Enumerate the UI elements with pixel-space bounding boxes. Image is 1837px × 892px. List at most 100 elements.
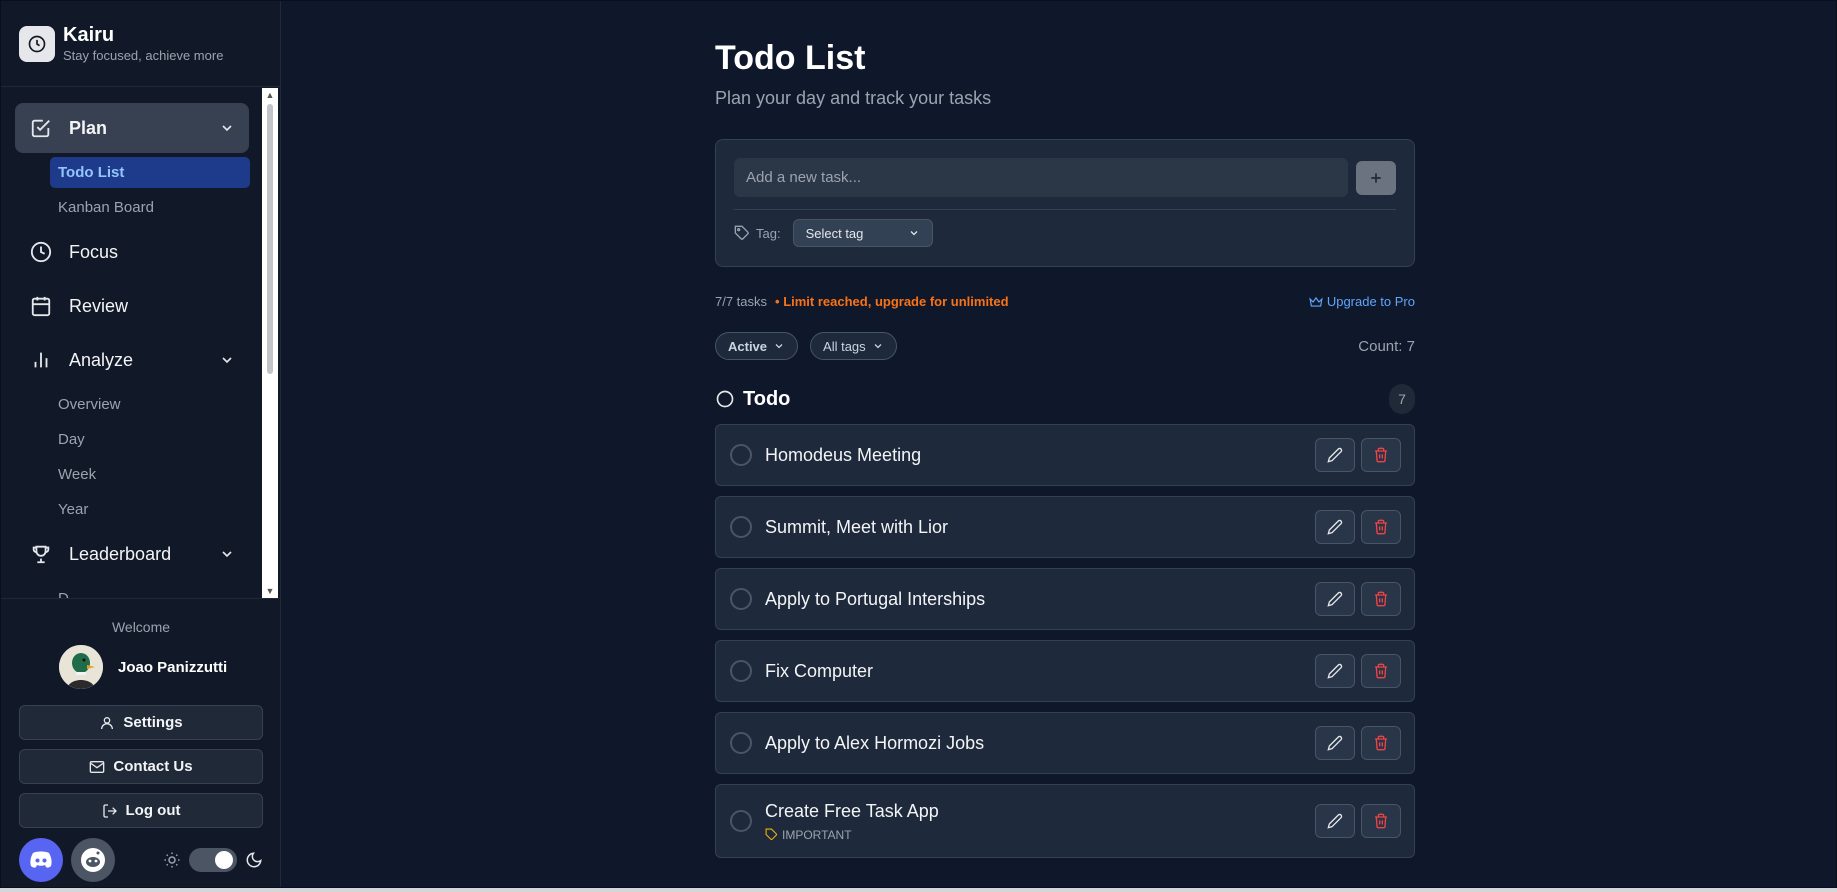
chevron-down-icon (219, 546, 235, 562)
nav-group-analyze[interactable]: Analyze (15, 335, 249, 385)
sidebar-scrollbar[interactable]: ▲ ▼ (262, 88, 278, 598)
pencil-icon (1327, 735, 1343, 751)
scroll-up-icon[interactable]: ▲ (265, 90, 275, 100)
page-title: Todo List (715, 39, 866, 77)
edit-button[interactable] (1315, 582, 1355, 616)
user-profile[interactable]: Joao Panizzutti (19, 645, 263, 689)
trash-icon (1375, 813, 1387, 829)
sidebar: Kairu Stay focused, achieve more Plan To… (1, 1, 281, 887)
clock-icon (29, 240, 53, 264)
delete-button[interactable] (1361, 654, 1401, 688)
task-complete-checkbox[interactable] (730, 444, 752, 466)
brand-tagline: Stay focused, achieve more (63, 48, 224, 63)
circle-icon (716, 390, 734, 408)
chevron-down-icon (910, 231, 918, 236)
brand[interactable]: Kairu Stay focused, achieve more (1, 1, 280, 87)
task-title: Apply to Alex Hormozi Jobs (765, 732, 985, 753)
pencil-icon (1327, 663, 1343, 679)
logout-label: Log out (125, 802, 181, 819)
clock-logo-icon (19, 25, 55, 62)
task-row[interactable]: Fix Computer (715, 640, 1415, 702)
task-title: Apply to Portugal Interships (765, 588, 986, 609)
delete-button[interactable] (1361, 438, 1401, 472)
pencil-icon (1327, 519, 1343, 535)
status-filter[interactable]: Active (715, 332, 799, 360)
add-task-card: Tag: Select tag (715, 139, 1415, 267)
task-title: Homodeus Meeting (765, 444, 922, 465)
task-complete-checkbox[interactable] (730, 732, 752, 754)
nav-group-label: Analyze (69, 349, 134, 370)
edit-button[interactable] (1315, 654, 1355, 688)
task-row[interactable]: Homodeus Meeting (715, 424, 1415, 486)
task-row[interactable]: Apply to Portugal Interships (715, 568, 1415, 630)
add-task-input[interactable] (734, 158, 1348, 197)
contact-us-button[interactable]: Contact Us (19, 749, 263, 784)
sidebar-item-kanban-board[interactable]: Kanban Board (50, 192, 250, 223)
todo-section-header[interactable]: Todo 7 (715, 384, 1415, 414)
delete-button[interactable] (1361, 582, 1401, 616)
page-subtitle: Plan your day and track your tasks (715, 88, 992, 108)
task-complete-checkbox[interactable] (730, 810, 752, 832)
pencil-icon (1327, 591, 1343, 607)
upgrade-link[interactable]: Upgrade to Pro (1309, 294, 1415, 309)
add-task-button[interactable] (1356, 160, 1396, 195)
sidebar-nav: Plan Todo List Kanban Board Focus Review… (1, 88, 281, 598)
nav-group-focus[interactable]: Focus (15, 227, 249, 277)
sidebar-item-year[interactable]: Year (50, 494, 250, 525)
task-title: Create Free Task App (765, 800, 939, 821)
calendar-icon (29, 294, 53, 318)
logout-button[interactable]: Log out (19, 793, 263, 828)
nav-group-review[interactable]: Review (15, 281, 249, 331)
user-name: Joao Panizzutti (118, 658, 228, 676)
task-complete-checkbox[interactable] (730, 516, 752, 538)
tag-label: Tag: (756, 225, 781, 241)
chevron-down-icon (874, 344, 882, 349)
trash-icon (1375, 519, 1387, 535)
count-label: Count: 7 (1358, 337, 1415, 355)
scrollbar-thumb[interactable] (267, 104, 273, 374)
edit-button[interactable] (1315, 510, 1355, 544)
social-row (19, 838, 263, 882)
tags-filter[interactable]: All tags (810, 332, 897, 360)
sidebar-item-overview[interactable]: Overview (50, 389, 250, 420)
task-row[interactable]: Create Free Task App IMPORTANT (715, 784, 1415, 858)
sun-icon (164, 852, 180, 868)
chevron-down-icon (219, 120, 235, 136)
sidebar-item-day[interactable]: Day (50, 424, 250, 455)
delete-button[interactable] (1361, 726, 1401, 760)
task-tag: IMPORTANT (765, 828, 1309, 842)
scroll-down-icon[interactable]: ▼ (265, 586, 275, 596)
section-title: Todo (743, 387, 791, 410)
settings-button[interactable]: Settings (19, 705, 263, 740)
logout-icon (102, 803, 117, 818)
delete-button[interactable] (1361, 804, 1401, 838)
sidebar-item-week[interactable]: Week (50, 459, 250, 490)
edit-button[interactable] (1315, 804, 1355, 838)
task-row[interactable]: Apply to Alex Hormozi Jobs (715, 712, 1415, 774)
status-filter-value: Active (728, 338, 768, 354)
nav-group-leaderboard[interactable]: Leaderboard (15, 529, 249, 579)
pencil-icon (1327, 447, 1343, 463)
task-row[interactable]: Summit, Meet with Lior (715, 496, 1415, 558)
tag-icon (734, 225, 749, 240)
sidebar-item-leaderboard-sub[interactable]: D... (50, 583, 250, 598)
edit-button[interactable] (1315, 438, 1355, 472)
nav-group-label: Leaderboard (69, 543, 172, 564)
task-complete-checkbox[interactable] (730, 588, 752, 610)
mail-icon (90, 760, 105, 773)
filter-row: Active All tags Count: 7 (715, 332, 1415, 360)
tag-select[interactable]: Select tag (792, 219, 933, 247)
theme-toggle[interactable] (189, 848, 237, 872)
nav-group-plan[interactable]: Plan (15, 103, 249, 153)
delete-button[interactable] (1361, 510, 1401, 544)
sidebar-item-todo-list[interactable]: Todo List (50, 157, 250, 188)
trash-icon (1375, 735, 1387, 751)
checkbox-icon (29, 116, 53, 140)
edit-button[interactable] (1315, 726, 1355, 760)
brand-name: Kairu (63, 24, 115, 46)
reddit-icon[interactable] (71, 838, 115, 882)
app-window: Kairu Stay focused, achieve more Plan To… (0, 0, 1837, 888)
sidebar-footer: Welcome Joao Panizzutti Settings Contact… (1, 598, 281, 882)
discord-icon[interactable] (19, 838, 63, 882)
task-complete-checkbox[interactable] (730, 660, 752, 682)
